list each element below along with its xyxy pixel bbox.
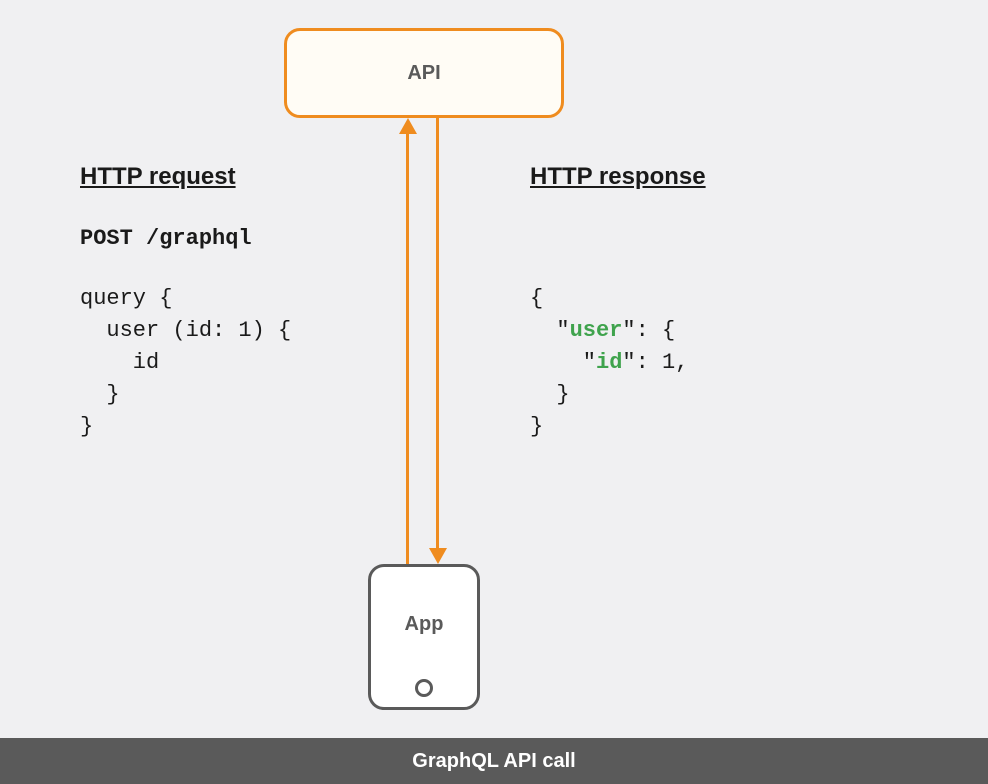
- client-app-label: App: [405, 613, 444, 636]
- arrow-down-head-icon: [429, 548, 447, 564]
- response-json-key-id: id: [596, 350, 622, 375]
- response-json-fragment: { ": [530, 286, 570, 343]
- arrow-up-head-icon: [399, 118, 417, 134]
- client-app-device: App: [368, 564, 480, 710]
- request-endpoint: POST /graphql: [80, 223, 252, 255]
- response-body: { "user": { "id": 1, } }: [530, 283, 688, 442]
- home-button-icon: [415, 679, 433, 697]
- response-json-key-user: user: [570, 318, 623, 343]
- diagram-caption: GraphQL API call: [412, 750, 575, 773]
- api-box-label: API: [407, 62, 440, 85]
- http-request-heading: HTTP request: [80, 163, 236, 191]
- http-response-heading: HTTP response: [530, 163, 706, 191]
- arrow-down-line: [436, 118, 439, 550]
- arrow-up-line: [406, 132, 409, 564]
- request-response-arrows: [398, 118, 450, 564]
- diagram-caption-bar: GraphQL API call: [0, 738, 988, 784]
- api-server-box: API: [284, 28, 564, 118]
- request-query-body: query { user (id: 1) { id } }: [80, 283, 291, 442]
